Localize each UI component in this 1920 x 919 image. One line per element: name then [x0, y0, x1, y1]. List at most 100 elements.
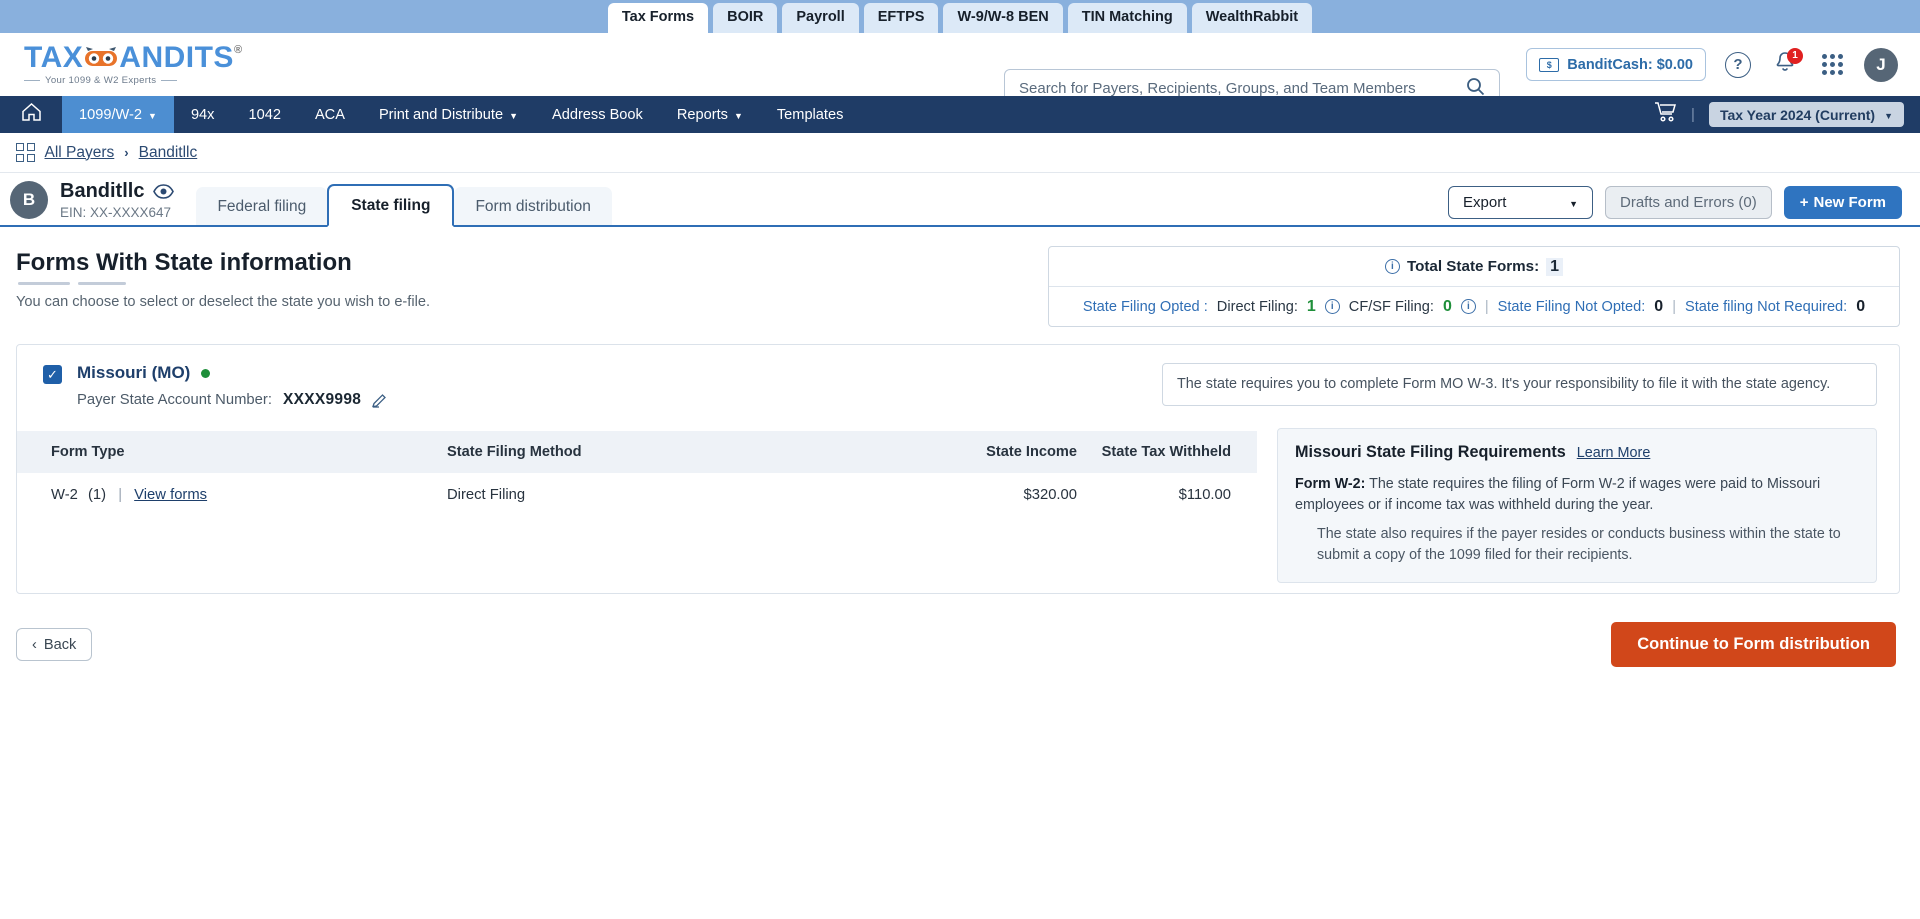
column-header-form-type: Form Type — [51, 444, 125, 460]
search-input[interactable] — [1019, 80, 1466, 97]
breadcrumb-all-payers[interactable]: All Payers — [45, 144, 115, 162]
product-tab-boir[interactable]: BOIR — [713, 2, 778, 33]
requirements-text-1: The state requires the filing of Form W-… — [1295, 476, 1821, 513]
breadcrumb-separator: › — [124, 145, 129, 160]
tab-form-distribution[interactable]: Form distribution — [454, 187, 612, 225]
learn-more-link[interactable]: Learn More — [1577, 445, 1651, 461]
nav-item-label: 1099/W-2 — [79, 106, 143, 123]
tagline-dash-right — [161, 80, 178, 81]
chevron-down-icon: ▼ — [1569, 198, 1579, 209]
column-header-state-filing-method: State Filing Method — [447, 444, 582, 460]
logo-text-tax: TAX — [24, 41, 84, 74]
nav-item-1099-w2[interactable]: 1099/W-2 ▼ — [62, 96, 174, 133]
pencil-edit-icon[interactable] — [372, 393, 387, 408]
total-state-forms-value: 1 — [1546, 257, 1564, 276]
nav-item-address-book[interactable]: Address Book — [535, 96, 660, 133]
notification-count-badge: 1 — [1787, 47, 1803, 64]
nav-item-reports[interactable]: Reports ▼ — [660, 96, 760, 133]
product-tab-strip: Tax Forms BOIR Payroll EFTPS W-9/W-8 BEN… — [0, 0, 1920, 33]
filing-tabs: Federal filing State filing Form distrib… — [196, 184, 612, 227]
logo-text: TAX ANDITS ® — [24, 41, 242, 75]
banditcash-button[interactable]: $ BanditCash: $0.00 — [1526, 48, 1706, 81]
header-actions: $ BanditCash: $0.00 ? 1 J — [1526, 33, 1898, 96]
info-icon[interactable]: i — [1460, 299, 1476, 314]
breadcrumb: All Payers › Banditllc — [0, 133, 1920, 173]
chevron-down-icon: ▼ — [1884, 110, 1893, 121]
tagline-dash-left — [24, 80, 40, 81]
state-info: Missouri (MO) Payer State Account Number… — [77, 363, 387, 409]
breadcrumb-current-payer[interactable]: Banditllc — [139, 144, 198, 162]
logo[interactable]: TAX ANDITS ® Your 1099 & W2 Experts — [24, 41, 242, 86]
shopping-cart-icon[interactable] — [1654, 101, 1677, 128]
nav-item-label: Address Book — [551, 106, 643, 123]
nav-item-label: Print and Distribute — [378, 106, 504, 123]
payer-name-row: Banditllc — [60, 180, 175, 203]
apps-menu-button[interactable] — [1817, 50, 1847, 80]
state-name-link[interactable]: Missouri (MO) — [77, 363, 387, 383]
nav-item-1042[interactable]: 1042 — [231, 96, 297, 133]
export-button[interactable]: Export ▼ — [1448, 186, 1594, 219]
info-icon[interactable]: i — [1384, 259, 1400, 274]
notifications-button[interactable]: 1 — [1770, 47, 1803, 80]
info-icon[interactable]: i — [1324, 299, 1340, 314]
state-select-checkbox[interactable]: ✓ — [43, 365, 62, 384]
cell-form-type: W-2 (1) | View forms — [17, 487, 447, 503]
table-header-row: Form Type State Filing Method State Inco… — [17, 431, 1257, 473]
view-forms-link[interactable]: View forms — [134, 487, 207, 503]
product-tab-wealthrabbit[interactable]: WealthRabbit — [1191, 2, 1313, 33]
state-filing-opted-label: State Filing Opted : — [1082, 298, 1208, 315]
product-tab-tin-matching[interactable]: TIN Matching — [1067, 2, 1187, 33]
cell-state-income: $320.00 — [1023, 487, 1078, 503]
chevron-down-icon: ▼ — [148, 110, 157, 121]
back-label: Back — [43, 636, 77, 653]
question-mark-icon: ? — [1725, 51, 1751, 78]
dashboard-grid-icon[interactable] — [16, 143, 35, 162]
payer-state-account-row: Payer State Account Number: XXXX9998 — [77, 391, 387, 409]
requirements-title: Missouri State Filing Requirements — [1295, 443, 1566, 461]
back-button[interactable]: ‹ Back — [16, 628, 93, 661]
tab-federal-filing[interactable]: Federal filing — [196, 187, 328, 225]
payer-state-account-label: Payer State Account Number: — [77, 392, 272, 408]
app-header: TAX ANDITS ® Your 1099 & W2 Experts Sear… — [0, 33, 1920, 108]
tax-year-label: Tax Year 2024 (Current) — [1719, 106, 1876, 123]
drafts-and-errors-button[interactable]: Drafts and Errors (0) — [1605, 186, 1772, 219]
direct-filing-value: 1 — [1306, 297, 1316, 315]
continue-to-form-distribution-button[interactable]: Continue to Form distribution — [1611, 622, 1896, 667]
nav-right-group: | Tax Year 2024 (Current) ▼ — [1654, 96, 1904, 133]
product-tab-eftps[interactable]: EFTPS — [863, 2, 939, 33]
payer-header: B Banditllc EIN: XX-XXXX647 Federal fili… — [0, 173, 1920, 227]
new-form-button[interactable]: + New Form — [1783, 186, 1902, 219]
nav-item-print-and-distribute[interactable]: Print and Distribute ▼ — [362, 96, 535, 133]
nav-item-94x[interactable]: 94x — [174, 96, 232, 133]
plus-icon: + — [1799, 194, 1809, 211]
table-row: W-2 (1) | View forms Direct Filing $320.… — [17, 473, 1257, 517]
nav-item-label: ACA — [314, 106, 345, 123]
column-header-state-income: State Income — [986, 444, 1077, 460]
nav-home-button[interactable] — [0, 96, 62, 133]
nav-item-label: Reports — [676, 106, 728, 123]
product-tab-payroll[interactable]: Payroll — [782, 2, 859, 33]
product-tab-w9-w8ben[interactable]: W-9/W-8 BEN — [943, 2, 1063, 33]
chevron-left-icon: ‹ — [32, 636, 37, 653]
owl-mask-icon — [84, 45, 118, 75]
tax-year-selector[interactable]: Tax Year 2024 (Current) ▼ — [1708, 102, 1904, 127]
cfsf-filing-value: 0 — [1442, 297, 1452, 315]
chevron-down-icon: ▼ — [733, 110, 743, 121]
eye-icon[interactable] — [153, 184, 175, 199]
product-tab-tax-forms[interactable]: Tax Forms — [607, 2, 709, 33]
tab-state-filing[interactable]: State filing — [327, 184, 455, 227]
nav-item-aca[interactable]: ACA — [298, 96, 362, 133]
chevron-down-icon: ▼ — [509, 110, 518, 121]
state-card-missouri: ✓ Missouri (MO) Payer State Account Numb… — [16, 344, 1900, 594]
apps-grid-icon — [1821, 54, 1843, 75]
state-notice-box: The state requires you to complete Form … — [1162, 363, 1877, 407]
state-forms-summary-panel: i Total State Forms: 1 State Filing Opte… — [1048, 246, 1900, 327]
state-name-label: Missouri (MO) — [77, 363, 191, 382]
help-button[interactable]: ? — [1723, 50, 1753, 80]
user-avatar[interactable]: J — [1864, 47, 1898, 82]
export-label: Export — [1463, 194, 1507, 211]
requirements-title-row: Missouri State Filing Requirements Learn… — [1295, 443, 1859, 462]
state-forms-table: Form Type State Filing Method State Inco… — [17, 431, 1257, 517]
requirements-form-label: Form W-2: — [1295, 476, 1366, 492]
nav-item-templates[interactable]: Templates — [760, 96, 861, 133]
